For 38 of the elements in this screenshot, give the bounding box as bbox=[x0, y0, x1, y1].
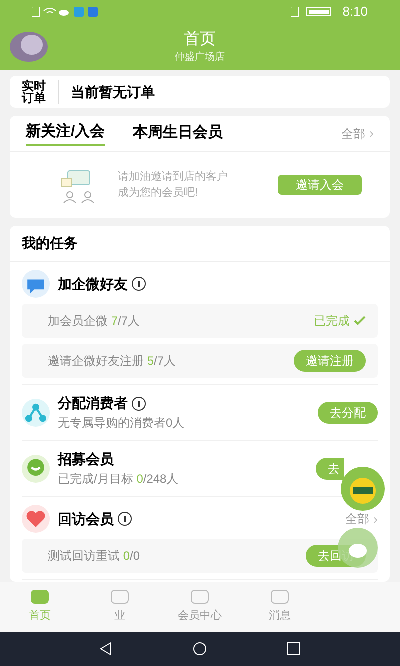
mascot-icon[interactable] bbox=[338, 467, 388, 511]
smile-icon bbox=[22, 454, 50, 482]
clock-time: 8:10 bbox=[342, 3, 368, 22]
page-title: 首页 bbox=[184, 30, 216, 50]
orders-label: 实时订单 bbox=[22, 80, 59, 104]
nav-tab[interactable]: 业 bbox=[80, 582, 160, 632]
store-name: 仲盛广场店 bbox=[175, 50, 225, 64]
back-icon[interactable] bbox=[99, 642, 113, 656]
view-all-link[interactable]: 全部 bbox=[341, 124, 366, 142]
action-button[interactable]: 去 bbox=[316, 458, 344, 480]
member-tab[interactable]: 新关注/入会 bbox=[26, 121, 106, 146]
chevron-icon[interactable]: › bbox=[373, 508, 378, 530]
member-tab[interactable]: 本周生日会员 bbox=[133, 122, 224, 145]
tasks-title: 我的任务 bbox=[22, 234, 78, 253]
info-icon[interactable] bbox=[132, 396, 146, 410]
action-button[interactable]: 去分配 bbox=[318, 402, 378, 424]
task-title: 回访会员 bbox=[58, 510, 114, 528]
info-icon[interactable] bbox=[132, 277, 146, 291]
invite-button[interactable]: 邀请入会 bbox=[278, 175, 362, 195]
orders-message: 当前暂无订单 bbox=[71, 82, 155, 102]
info-icon[interactable] bbox=[118, 512, 132, 526]
recents-icon[interactable] bbox=[287, 642, 301, 656]
task-title: 招募会员 bbox=[58, 450, 114, 469]
task-title: 加企微好友 bbox=[58, 274, 128, 294]
action-button[interactable]: 邀请注册 bbox=[294, 350, 366, 372]
home-icon[interactable] bbox=[193, 642, 207, 656]
nav-tab[interactable]: 会员中心 bbox=[160, 582, 240, 632]
view-all-link[interactable]: 全部 bbox=[345, 510, 370, 528]
invite-text: 请加油邀请到店的客户成为您的会员吧! bbox=[118, 170, 229, 201]
nav-tab[interactable]: 消息 bbox=[240, 582, 320, 632]
completed-status: 已完成 bbox=[314, 312, 366, 330]
check-icon bbox=[354, 316, 366, 326]
chat-icon bbox=[22, 270, 50, 298]
network-icon bbox=[22, 398, 50, 426]
chevron-icon[interactable]: › bbox=[369, 123, 374, 144]
task-title: 分配消费者 bbox=[58, 394, 128, 413]
task-subtitle: 无专属导购的消费者0人 bbox=[58, 415, 186, 432]
nav-tab[interactable]: 首页 bbox=[0, 582, 80, 632]
